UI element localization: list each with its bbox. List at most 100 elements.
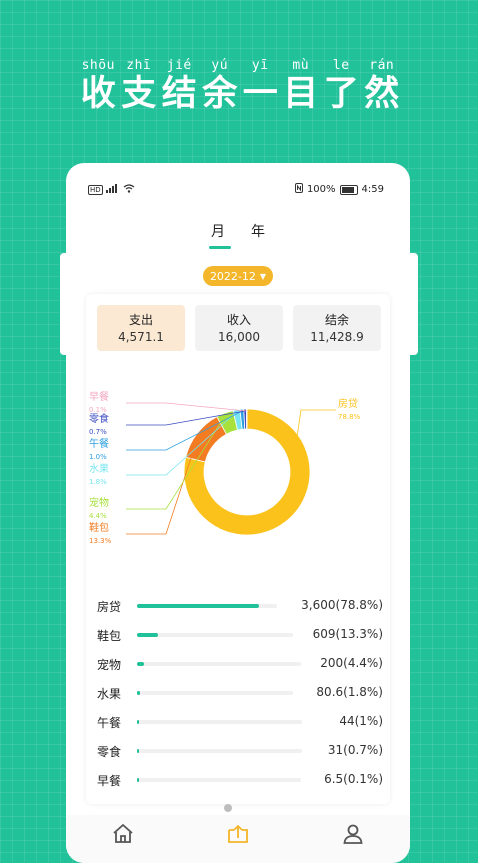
ranking-value: 609(13.3%) — [312, 627, 383, 641]
ranking-row[interactable]: 宠物 200(4.4%) — [97, 651, 383, 680]
ranking-row[interactable]: 午餐 44(1%) — [97, 709, 383, 738]
balance-label: 结余 — [324, 313, 349, 327]
donut-percent-label: 1.8% — [89, 478, 107, 486]
month-selector[interactable]: 2022-12 ▼ — [203, 266, 273, 286]
expense-value: 4,571.1 — [118, 330, 164, 344]
ranking-name: 午餐 — [97, 716, 122, 730]
ranking-name: 鞋包 — [97, 629, 122, 643]
ranking-bar-track — [137, 778, 301, 782]
slogan-char: 收 — [80, 74, 116, 114]
slogan-char: 然 — [364, 74, 400, 114]
ranking-bar-track — [137, 633, 293, 637]
pinyin: mù — [292, 58, 310, 73]
category-ranking: 房贷 3,600(78.8%) 鞋包 609(13.3%) 宠物 200(4.4%) 水果 8… — [97, 593, 383, 796]
donut-percent-label: 78.8% — [338, 413, 361, 421]
slogan-char: 了 — [323, 74, 359, 114]
ranking-value: 200(4.4%) — [320, 656, 383, 670]
ranking-row[interactable]: 水果 80.6(1.8%) — [97, 680, 383, 709]
slogan-char: 结 — [161, 74, 197, 114]
ranking-row[interactable]: 鞋包 609(13.3%) — [97, 622, 383, 651]
ranking-name: 水果 — [97, 687, 122, 701]
ranking-value: 3,600(78.8%) — [301, 598, 383, 612]
wifi-icon — [123, 184, 135, 196]
donut-leader-line — [126, 402, 247, 412]
caret-down-icon: ▼ — [259, 271, 267, 281]
slogan-char: 一 — [242, 74, 278, 114]
slogan-char: 目 — [283, 74, 319, 114]
ranking-bar-track — [137, 662, 301, 666]
ledger-icon — [228, 825, 248, 843]
donut-percent-label: 13.3% — [89, 537, 112, 545]
month-selector-value: 2022-12 — [209, 269, 256, 283]
slogan-char: 支 — [121, 74, 157, 114]
slogan-char: 余 — [202, 74, 238, 114]
ranking-bar-track — [137, 720, 302, 724]
battery-icon — [339, 184, 358, 195]
status-left: HD — [88, 184, 135, 196]
hd-badge: HD — [88, 185, 103, 195]
bottom-nav — [66, 815, 410, 863]
donut-percent-label: 1.0% — [89, 453, 107, 461]
donut-category-label: 房贷 — [338, 397, 358, 410]
pinyin: yī — [251, 58, 269, 73]
ranking-bar-fill — [137, 691, 140, 695]
income-summary[interactable]: 收入 16,000 — [195, 305, 283, 351]
expense-summary[interactable]: 支出 4,571.1 — [97, 305, 185, 351]
ranking-bar-track — [137, 604, 277, 608]
pinyin: shōu — [81, 58, 115, 73]
income-label: 收入 — [226, 313, 251, 327]
ranking-bar-track — [137, 691, 293, 695]
expense-donut-chart: 房贷78.8%鞋包13.3%宠物4.4%水果1.8%午餐1.0%零食0.7%早餐… — [89, 390, 361, 545]
pinyin: rán — [369, 58, 395, 73]
balance-value: 11,428.9 — [310, 330, 364, 344]
summary-row: 支出 4,571.1 收入 16,000 结余 11,428.9 — [97, 305, 381, 351]
tab-year[interactable]: 年 — [251, 221, 265, 249]
ranking-name: 零食 — [97, 745, 122, 759]
period-tabs: 月 年 — [66, 221, 410, 249]
phone-screen: HD 100% 4:59 月 年 2022-12 ▼ 支出 4,571.1 收入… — [66, 163, 410, 863]
ranking-row[interactable]: 零食 31(0.7%) — [97, 738, 383, 767]
pinyin-row: shōu zhī jié yú yī mù le rán — [78, 58, 402, 73]
donut-percent-label: 0.1% — [89, 406, 107, 414]
user-icon — [343, 824, 363, 844]
income-value: 16,000 — [218, 330, 260, 344]
pinyin: yú — [211, 58, 229, 73]
donut-percent-label: 4.4% — [89, 512, 107, 520]
ranking-value: 44(1%) — [339, 714, 383, 728]
signal-icon — [105, 184, 120, 196]
status-bar: HD 100% 4:59 — [66, 163, 410, 195]
pinyin: zhī — [126, 58, 152, 73]
page-indicator-dot — [224, 804, 232, 812]
ranking-row[interactable]: 房贷 3,600(78.8%) — [97, 593, 383, 622]
ranking-row[interactable]: 早餐 6.5(0.1%) — [97, 767, 383, 796]
ranking-bar-fill — [137, 633, 158, 637]
ranking-value: 80.6(1.8%) — [316, 685, 383, 699]
donut-category-label: 宠物 — [89, 496, 109, 509]
donut-category-label: 鞋包 — [89, 521, 109, 534]
donut-percent-label: 0.7% — [89, 428, 107, 436]
ranking-bar-track — [137, 749, 302, 753]
nfc-icon — [294, 183, 303, 196]
battery-text: 100% — [306, 184, 336, 195]
tab-month[interactable]: 月 — [209, 221, 231, 249]
ranking-bar-fill — [137, 604, 259, 608]
ranking-value: 31(0.7%) — [327, 743, 383, 757]
slogan: 收 支 结 余 一 目 了 然 — [78, 74, 402, 114]
clock: 4:59 — [361, 184, 384, 195]
ranking-bar-fill — [137, 720, 139, 724]
donut-category-label: 水果 — [89, 463, 109, 475]
ranking-name: 房贷 — [97, 600, 122, 614]
ranking-value: 6.5(0.1%) — [324, 772, 383, 786]
balance-summary[interactable]: 结余 11,428.9 — [293, 305, 381, 351]
status-right: 100% 4:59 — [294, 183, 384, 196]
report-card: 支出 4,571.1 收入 16,000 结余 11,428.9 房贷 78.8%… — [86, 294, 390, 804]
ranking-bar-fill — [137, 778, 139, 782]
home-icon — [113, 824, 133, 843]
donut-category-label: 早餐 — [89, 390, 109, 403]
ranking-bar-fill — [137, 662, 144, 666]
donut-slice[interactable] — [246, 408, 248, 430]
donut-category-label: 午餐 — [89, 437, 109, 450]
ranking-name: 宠物 — [97, 658, 122, 672]
expense-label: 支出 — [128, 313, 153, 327]
ranking-name: 早餐 — [97, 774, 122, 788]
